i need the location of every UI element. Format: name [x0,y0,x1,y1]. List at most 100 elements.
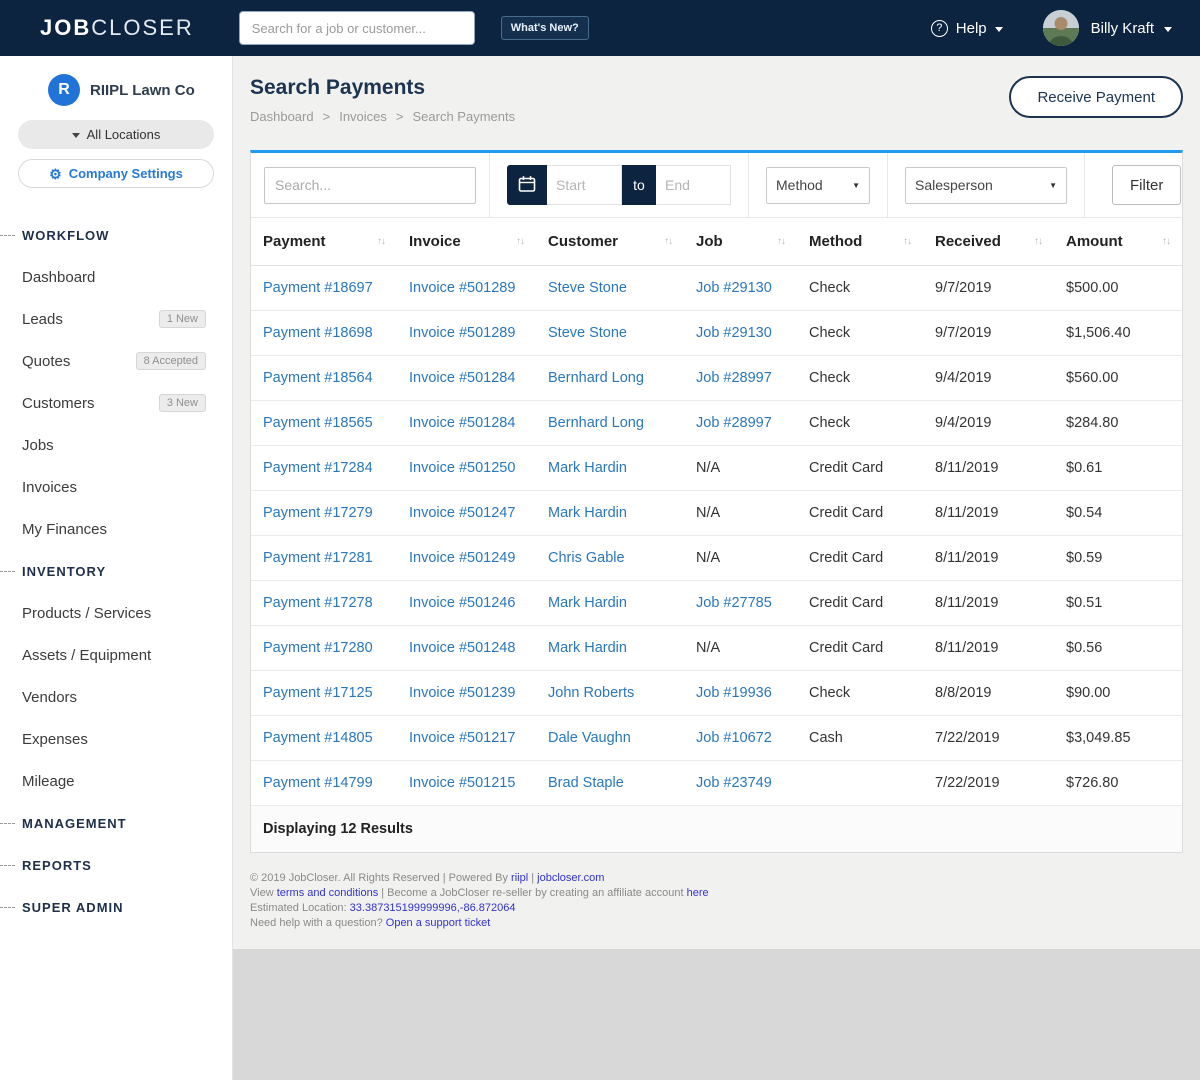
sidebar-item-expenses[interactable]: Expenses [0,718,232,760]
user-avatar[interactable] [1043,10,1079,46]
cell-invoice[interactable]: Invoice #501215 [397,761,536,806]
receive-payment-button[interactable]: Receive Payment [1009,76,1183,118]
cell-invoice[interactable]: Invoice #501289 [397,311,536,356]
filter-button[interactable]: Filter [1112,165,1181,205]
sidebar-section-management[interactable]: MANAGEMENT [0,802,232,844]
cell-customer[interactable]: Brad Staple [536,761,684,806]
cell-payment[interactable]: Payment #18565 [251,401,397,446]
company-header[interactable]: R RIIPL Lawn Co [0,74,232,106]
section-label: INVENTORY [22,564,106,579]
payments-search-input[interactable] [264,167,476,204]
footer-text: Estimated Location: [250,902,350,914]
column-header-amount[interactable]: ↑↓Amount [1054,218,1182,266]
sidebar-item-leads[interactable]: Leads1 New [0,298,232,340]
footer-link[interactable]: jobcloser.com [537,872,604,884]
column-header-customer[interactable]: ↑↓Customer [536,218,684,266]
sidebar-section-workflow[interactable]: WORKFLOW [0,214,232,256]
sidebar-badge: 3 New [159,394,206,412]
sidebar-item-customers[interactable]: Customers3 New [0,382,232,424]
user-menu-chevron-icon[interactable] [1164,27,1172,32]
sidebar-item-dashboard[interactable]: Dashboard [0,256,232,298]
column-header-invoice[interactable]: ↑↓Invoice [397,218,536,266]
sidebar-item-quotes[interactable]: Quotes8 Accepted [0,340,232,382]
cell-payment[interactable]: Payment #17278 [251,581,397,626]
cell-payment[interactable]: Payment #18698 [251,311,397,356]
column-header-job[interactable]: ↑↓Job [684,218,797,266]
cell-customer[interactable]: Steve Stone [536,311,684,356]
cell-invoice[interactable]: Invoice #501248 [397,626,536,671]
start-date-input[interactable] [547,165,622,205]
cell-payment[interactable]: Payment #14799 [251,761,397,806]
cell-invoice[interactable]: Invoice #501217 [397,716,536,761]
cell-job[interactable]: Job #28997 [684,356,797,401]
breadcrumb-dashboard[interactable]: Dashboard [250,109,314,124]
method-select[interactable]: Method ▼ [766,167,870,204]
cell-invoice[interactable]: Invoice #501284 [397,401,536,446]
cell-payment[interactable]: Payment #17125 [251,671,397,716]
cell-invoice[interactable]: Invoice #501246 [397,581,536,626]
cell-payment[interactable]: Payment #18564 [251,356,397,401]
column-header-payment[interactable]: ↑↓Payment [251,218,397,266]
cell-customer[interactable]: Mark Hardin [536,491,684,536]
cell-payment[interactable]: Payment #17281 [251,536,397,581]
footer-link[interactable]: riipl [511,872,528,884]
cell-job[interactable]: Job #10672 [684,716,797,761]
cell-payment[interactable]: Payment #17284 [251,446,397,491]
sidebar-item-jobs[interactable]: Jobs [0,424,232,466]
calendar-button[interactable] [507,165,547,205]
cell-customer[interactable]: Steve Stone [536,266,684,311]
cell-customer[interactable]: Dale Vaughn [536,716,684,761]
footer-link[interactable]: Open a support ticket [386,917,491,929]
cell-customer[interactable]: Mark Hardin [536,626,684,671]
cell-job[interactable]: Job #19936 [684,671,797,716]
cell-invoice[interactable]: Invoice #501284 [397,356,536,401]
end-date-input[interactable] [656,165,731,205]
cell-invoice[interactable]: Invoice #501249 [397,536,536,581]
footer-link[interactable]: here [687,887,709,899]
section-dash-icon [0,571,15,572]
cell-job[interactable]: Job #29130 [684,311,797,356]
cell-customer[interactable]: John Roberts [536,671,684,716]
cell-customer[interactable]: Mark Hardin [536,581,684,626]
company-settings-button[interactable]: ⚙ Company Settings [18,159,214,188]
cell-customer[interactable]: Bernhard Long [536,356,684,401]
jobcloser-logo[interactable]: JOBCLOSER [40,15,194,41]
cell-job[interactable]: Job #28997 [684,401,797,446]
sidebar-section-reports[interactable]: REPORTS [0,844,232,886]
sidebar-section-super-admin[interactable]: SUPER ADMIN [0,886,232,928]
sidebar-item-my-finances[interactable]: My Finances [0,508,232,550]
cell-invoice[interactable]: Invoice #501247 [397,491,536,536]
cell-invoice[interactable]: Invoice #501250 [397,446,536,491]
salesperson-select[interactable]: Salesperson ▼ [905,167,1067,204]
cell-job[interactable]: Job #27785 [684,581,797,626]
sidebar-item-invoices[interactable]: Invoices [0,466,232,508]
cell-payment[interactable]: Payment #18697 [251,266,397,311]
sidebar-item-products-services[interactable]: Products / Services [0,592,232,634]
cell-payment[interactable]: Payment #14805 [251,716,397,761]
cell-payment[interactable]: Payment #17279 [251,491,397,536]
sort-icon: ↑↓ [777,236,785,247]
footer-link[interactable]: 33.387315199999996,-86.872064 [350,902,516,914]
cell-invoice[interactable]: Invoice #501289 [397,266,536,311]
column-header-method[interactable]: ↑↓Method [797,218,923,266]
sidebar-item-mileage[interactable]: Mileage [0,760,232,802]
sidebar-section-inventory[interactable]: INVENTORY [0,550,232,592]
sidebar-item-vendors[interactable]: Vendors [0,676,232,718]
help-menu[interactable]: ? Help [931,20,1003,37]
cell-customer[interactable]: Bernhard Long [536,401,684,446]
cell-amount: $500.00 [1054,266,1182,311]
footer-link[interactable]: terms and conditions [277,887,379,899]
cell-invoice[interactable]: Invoice #501239 [397,671,536,716]
cell-job[interactable]: Job #23749 [684,761,797,806]
whats-new-button[interactable]: What's New? [501,16,589,40]
cell-job[interactable]: Job #29130 [684,266,797,311]
global-search-input[interactable] [239,11,475,45]
sidebar-item-assets-equipment[interactable]: Assets / Equipment [0,634,232,676]
cell-payment[interactable]: Payment #17280 [251,626,397,671]
all-locations-dropdown[interactable]: All Locations [18,120,214,149]
breadcrumb-invoices[interactable]: Invoices [339,109,387,124]
column-header-received[interactable]: ↑↓Received [923,218,1054,266]
cell-customer[interactable]: Mark Hardin [536,446,684,491]
cell-customer[interactable]: Chris Gable [536,536,684,581]
user-name[interactable]: Billy Kraft [1091,20,1154,37]
